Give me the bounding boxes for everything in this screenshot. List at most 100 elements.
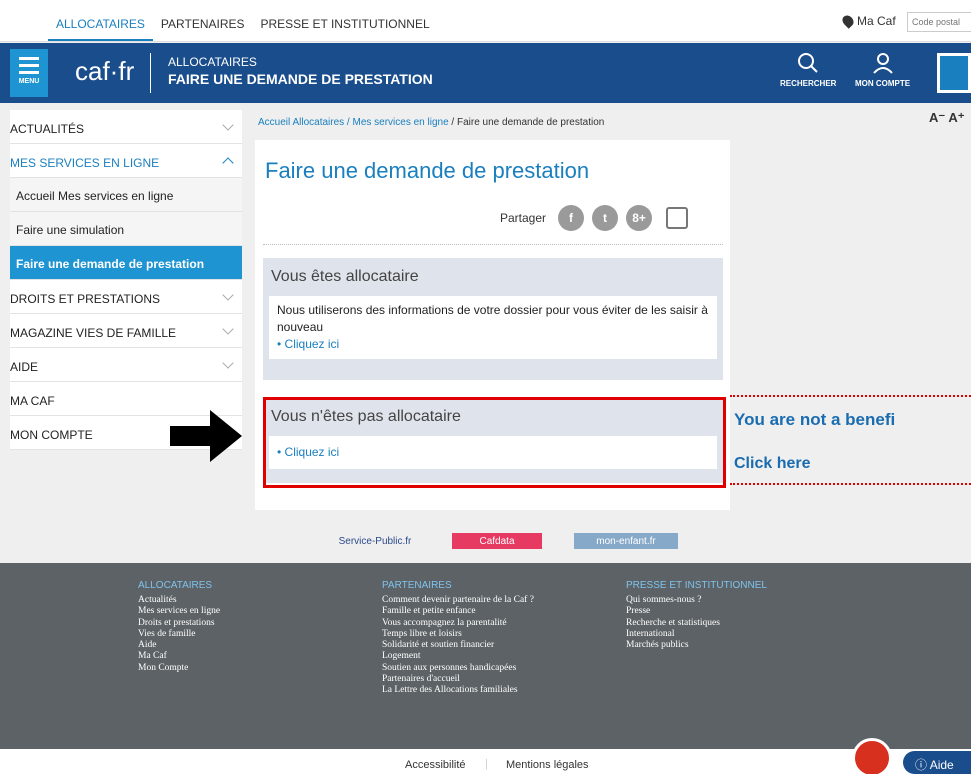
account-button[interactable]: MON COMPTE [855, 51, 910, 88]
sidebar-item-actualites[interactable]: ACTUALITÉS [10, 110, 242, 144]
help-label: Aide [929, 758, 954, 772]
footer-link[interactable]: La Lettre des Allocations familiales [382, 685, 534, 696]
account-label: MON COMPTE [855, 79, 911, 88]
sidebar-sub-simulation[interactable]: Faire une simulation [10, 212, 242, 246]
chevron-up-icon [222, 157, 234, 169]
panel-text: Nous utiliserons des informations de vot… [277, 303, 708, 334]
panel-allocataire: Vous êtes allocataire Nous utiliserons d… [263, 258, 723, 380]
annotation-line-top [730, 395, 971, 397]
sidebar-item-droits[interactable]: DROITS ET PRESTATIONS [10, 280, 242, 314]
footer-heading: ALLOCATAIRES [138, 580, 213, 591]
bottom-bar: Accessibilité | Mentions légales [0, 749, 971, 774]
footer-col-allocataires: ALLOCATAIRES Actualités Mes services en … [138, 580, 220, 674]
footer-link[interactable]: Mes services en ligne [138, 606, 220, 617]
footer-link[interactable]: Aide [138, 640, 220, 651]
allocations-familiales-logo[interactable] [937, 53, 971, 93]
site-footer: ALLOCATAIRES Actualités Mes services en … [0, 563, 971, 749]
footer-link[interactable]: Solidarité et soutien financier [382, 640, 534, 651]
divider [263, 244, 723, 245]
footer-link[interactable]: International [626, 629, 767, 640]
search-button[interactable]: RECHERCHER [780, 51, 836, 88]
mon-enfant-logo[interactable]: mon-enfant.fr [574, 533, 678, 549]
print-icon[interactable] [666, 207, 689, 229]
sidebar-sub-demande[interactable]: Faire une demande de prestation [10, 246, 242, 280]
nav-presse-link[interactable]: PRESSE ET INSTITUTIONNEL [253, 17, 438, 41]
share-label: Partager [500, 211, 547, 225]
footer-link[interactable]: Ma Caf [138, 651, 220, 662]
sidebar-item-mes-services[interactable]: MES SERVICES EN LIGNE [10, 144, 242, 178]
postal-code-input[interactable] [907, 12, 971, 32]
search-label: RECHERCHER [780, 79, 837, 88]
twitter-icon[interactable]: t [592, 205, 619, 231]
footer-link[interactable]: Droits et prestations [138, 618, 220, 629]
sidebar-item-aide[interactable]: AIDE [10, 348, 242, 382]
footer-heading: PRESSE ET INSTITUTIONNEL [626, 580, 767, 591]
legal-link[interactable]: Mentions légales [506, 759, 589, 771]
cliquez-ici-link-allocataire[interactable]: • Cliquez ici [277, 336, 709, 353]
chevron-down-icon [222, 289, 234, 301]
sidebar-sub-accueil[interactable]: Accueil Mes services en ligne [10, 178, 242, 212]
site-header: MENU caf·fr ALLOCATAIRES FAIRE UNE DEMAN… [0, 43, 971, 103]
menu-label: MENU [18, 78, 40, 85]
google-plus-icon[interactable]: 8+ [626, 205, 653, 231]
sidebar-item-magazine[interactable]: MAGAZINE VIES DE FAMILLE [10, 314, 242, 348]
footer-col-partenaires: PARTENAIRES Comment devenir partenaire d… [382, 580, 534, 697]
annotation-title: You are not a benefi [734, 410, 896, 429]
page-title: Faire une demande de prestation [265, 158, 590, 183]
help-button[interactable]: ⓘ Aide [903, 751, 971, 774]
header-section: ALLOCATAIRES [168, 55, 257, 69]
footer-link[interactable]: Comment devenir partenaire de la Caf ? [382, 595, 534, 606]
footer-link[interactable]: Vous accompagnez la parentalité [382, 618, 534, 629]
sidebar-menu: ACTUALITÉS MES SERVICES EN LIGNE Accueil… [10, 110, 242, 450]
hamburger-icon [19, 57, 39, 74]
service-public-logo[interactable]: Service-Public.fr [330, 533, 420, 549]
ma-caf-label: Ma Caf [857, 14, 896, 28]
breadcrumb: Accueil Allocataires / Mes services en l… [258, 117, 605, 128]
footer-link[interactable]: Marchés publics [626, 640, 767, 651]
arrow-right-icon [170, 410, 242, 462]
chevron-down-icon [222, 357, 234, 369]
footer-link[interactable]: Partenaires d'accueil [382, 674, 534, 685]
footer-link[interactable]: Presse [626, 606, 767, 617]
footer-col-presse: PRESSE ET INSTITUTIONNEL Qui sommes-nous… [626, 580, 767, 651]
footer-link[interactable]: Famille et petite enfance [382, 606, 534, 617]
header-titles: ALLOCATAIRES FAIRE UNE DEMANDE DE PRESTA… [168, 55, 433, 87]
footer-link[interactable]: Vies de famille [138, 629, 220, 640]
bottom-separator: | [485, 758, 488, 770]
location-pin-icon [840, 13, 856, 29]
footer-link[interactable]: Soutien aux personnes handicapées [382, 663, 534, 674]
footer-link[interactable]: Temps libre et loisirs [382, 629, 534, 640]
breadcrumb-current: Faire une demande de prestation [457, 117, 605, 128]
audience-links: ALLOCATAIRES PARTENAIRES PRESSE ET INSTI… [48, 17, 438, 41]
footer-heading: PARTENAIRES [382, 580, 452, 591]
facebook-icon[interactable]: f [558, 205, 585, 231]
search-icon [798, 53, 818, 73]
share-bar: Partager f t 8+ [500, 205, 689, 231]
footer-link[interactable]: Qui sommes-nous ? [626, 595, 767, 606]
annotation-click-here: Click here [734, 455, 811, 472]
footer-link[interactable]: Logement [382, 651, 534, 662]
accessibility-link[interactable]: Accessibilité [405, 759, 466, 771]
caf-logo[interactable]: caf·fr [75, 56, 134, 87]
panel-heading: Vous êtes allocataire [271, 268, 419, 285]
font-size-controls[interactable]: A⁻ A⁺ [929, 110, 965, 126]
ma-caf-link[interactable]: Ma Caf [840, 13, 896, 29]
nav-allocataires-link[interactable]: ALLOCATAIRES [48, 17, 153, 41]
footer-link[interactable]: Actualités [138, 595, 220, 606]
footer-link[interactable]: Mon Compte [138, 663, 220, 674]
page-heading: FAIRE UNE DEMANDE DE PRESTATION [168, 71, 433, 87]
annotation-line-bottom [730, 483, 971, 485]
highlight-box [263, 397, 726, 488]
breadcrumb-services[interactable]: Mes services en ligne [353, 117, 449, 128]
top-navigation-bar: ALLOCATAIRES PARTENAIRES PRESSE ET INSTI… [0, 0, 971, 42]
assistant-avatar[interactable] [852, 738, 892, 774]
nav-partenaires-link[interactable]: PARTENAIRES [153, 17, 253, 41]
menu-button[interactable]: MENU [10, 49, 48, 97]
help-icon: ⓘ [915, 758, 930, 772]
breadcrumb-allocataires[interactable]: Accueil Allocataires [258, 117, 344, 128]
cafdata-logo[interactable]: Cafdata [452, 533, 542, 549]
footer-link[interactable]: Recherche et statistiques [626, 618, 767, 629]
chevron-down-icon [222, 119, 234, 131]
user-icon [872, 53, 893, 74]
panel-body: Nous utiliserons des informations de vot… [269, 296, 717, 359]
